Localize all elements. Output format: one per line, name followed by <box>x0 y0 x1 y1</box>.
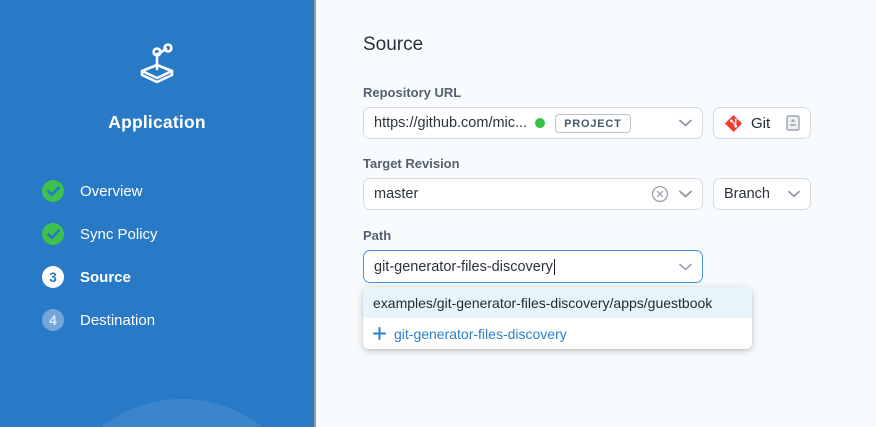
path-suggestions-dropdown: examples/git-generator-files-discovery/a… <box>363 287 752 349</box>
step-label: Destination <box>80 312 155 329</box>
chevron-down-icon <box>788 190 800 198</box>
plus-icon <box>373 327 386 340</box>
step-sync-policy[interactable]: Sync Policy <box>42 223 314 245</box>
check-icon <box>42 223 64 245</box>
suggestion-text: git-generator-files-discovery <box>394 326 567 342</box>
path-value: git-generator-files-discovery <box>374 259 553 275</box>
step-source[interactable]: 3 Source <box>42 266 314 288</box>
revision-type-select[interactable]: Branch <box>713 178 811 210</box>
revision-type-value: Branch <box>724 186 770 202</box>
decorative-circle <box>52 399 312 427</box>
repository-url-input[interactable]: https://github.com/mic... PROJECT <box>363 107 703 139</box>
repository-url-label: Repository URL <box>363 85 876 100</box>
path-suggestion-item[interactable]: examples/git-generator-files-discovery/a… <box>363 287 752 318</box>
sidebar-title: Application <box>0 112 314 133</box>
chevron-down-icon[interactable] <box>679 263 692 271</box>
path-label: Path <box>363 228 876 243</box>
target-revision-input[interactable]: master <box>363 178 703 210</box>
project-badge: PROJECT <box>555 114 631 133</box>
text-cursor <box>554 259 555 275</box>
step-number-badge: 3 <box>42 266 64 288</box>
repo-type-button[interactable]: Git <box>713 107 811 139</box>
application-brand: Application <box>0 42 314 133</box>
step-destination[interactable]: 4 Destination <box>42 309 314 331</box>
git-logo-icon <box>724 114 743 133</box>
step-number-badge: 4 <box>42 309 64 331</box>
application-box-icon <box>133 42 181 86</box>
check-icon <box>42 180 64 202</box>
wizard-sidebar: Application Overview Sync Policy 3 Sourc… <box>0 0 316 427</box>
repository-url-value: https://github.com/mic... <box>374 115 527 131</box>
page-title: Source <box>363 34 876 56</box>
repo-type-select-icon[interactable] <box>786 115 800 131</box>
clear-circle-icon[interactable] <box>651 185 669 203</box>
step-overview[interactable]: Overview <box>42 180 314 202</box>
repo-connected-status-dot <box>535 118 545 128</box>
chevron-down-icon[interactable] <box>679 190 692 198</box>
target-revision-label: Target Revision <box>363 156 876 171</box>
path-create-new-item[interactable]: git-generator-files-discovery <box>363 318 752 349</box>
chevron-down-icon[interactable] <box>679 119 692 127</box>
step-label: Sync Policy <box>80 226 158 243</box>
step-label: Source <box>80 269 131 286</box>
wizard-steps: Overview Sync Policy 3 Source 4 Destinat… <box>0 180 314 331</box>
target-revision-value: master <box>374 186 418 202</box>
source-form: Source Repository URL https://github.com… <box>318 0 876 427</box>
repo-type-value: Git <box>751 115 770 132</box>
path-input[interactable]: git-generator-files-discovery <box>363 250 703 283</box>
step-label: Overview <box>80 183 143 200</box>
suggestion-text: examples/git-generator-files-discovery/a… <box>373 295 712 311</box>
